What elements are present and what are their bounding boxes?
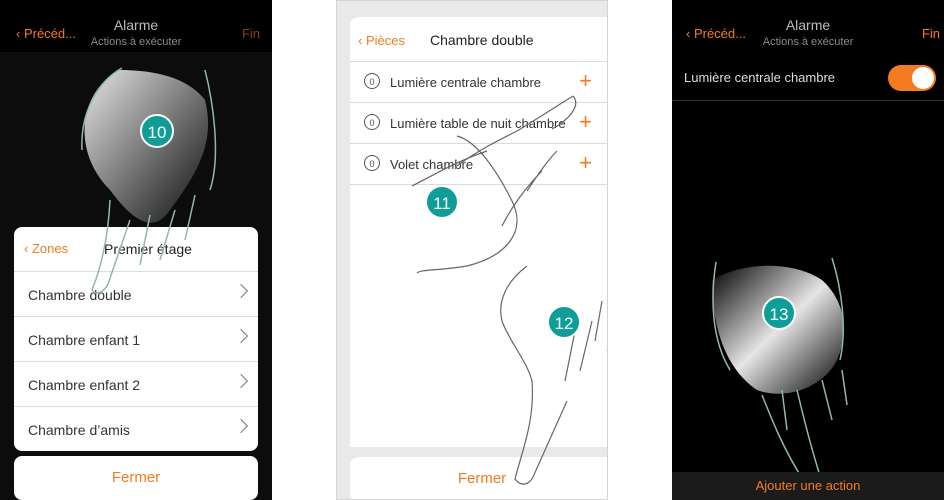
device-label: Lumière centrale chambre [390,75,542,90]
close-button[interactable]: Fermer [350,457,607,499]
top-bar: ‹ Précéd... Alarme Actions à exécuter Fi… [672,0,944,52]
room-item[interactable]: Chambre d’amis [14,407,258,451]
device-count-badge: 0 [364,114,380,130]
add-action-button[interactable]: Ajouter une action [672,472,944,500]
action-toggle[interactable] [888,65,936,91]
page-subtitle: Actions à exécuter [762,36,854,48]
device-item: 0 Lumière centrale chambre + [350,62,607,103]
device-count-badge: 0 [364,155,380,171]
action-label: Lumière centrale chambre [684,70,836,85]
step-badge: 10 [140,114,174,148]
zone-rooms-sheet: ‹ Zones Premier étage Chambre double Cha… [14,227,258,451]
zones-back-button[interactable]: ‹ Zones [24,241,68,256]
page-title: Alarme [113,17,159,33]
add-plus-icon[interactable]: + [579,70,592,92]
pieces-back-button[interactable]: ‹ Pièces [358,33,405,48]
add-plus-icon[interactable]: + [579,111,592,133]
panel-title: Chambre double [430,32,534,48]
room-label: Chambre enfant 2 [28,377,141,393]
room-item[interactable]: Chambre enfant 1 [14,317,258,362]
room-label: Chambre d’amis [28,422,130,438]
chevron-right-icon [233,283,249,299]
sheet-header: ‹ Zones Premier étage [14,227,258,272]
room-label: Chambre double [28,287,132,303]
device-item: 0 Volet chambre + [350,144,607,185]
device-label: Lumière table de nuit chambre [390,116,566,131]
close-button[interactable]: Fermer [14,456,258,500]
panel-header: ‹ Pièces Chambre double [350,17,607,62]
chevron-right-icon [233,328,249,344]
step-badge: 11 [425,185,459,219]
action-row: Lumière centrale chambre [672,56,944,101]
step-badge: 13 [762,296,796,330]
room-label: Chambre enfant 1 [28,332,141,348]
screen-actions: ‹ Précéd... Alarme Actions à exécuter Fi… [672,0,944,500]
page-subtitle: Actions à exécuter [90,36,182,48]
chevron-right-icon [233,373,249,389]
devices-panel: ‹ Pièces Chambre double 0 Lumière centra… [350,17,607,187]
device-label: Volet chambre [390,157,474,172]
device-count-badge: 0 [364,73,380,89]
add-plus-icon[interactable]: + [579,152,592,174]
sheet-title: Premier étage [104,241,192,257]
toggle-knob [912,67,934,89]
fin-button[interactable]: Fin [242,26,260,41]
fin-button[interactable]: Fin [922,26,940,41]
room-item[interactable]: Chambre double [14,272,258,317]
device-item: 0 Lumière table de nuit chambre + [350,103,607,144]
top-bar: ‹ Précéd... Alarme Actions à exécuter Fi… [0,0,272,52]
chevron-right-icon [233,418,249,434]
room-item[interactable]: Chambre enfant 2 [14,362,258,407]
page-title: Alarme [785,17,831,33]
screen-room-devices: ‹ Pièces Chambre double 0 Lumière centra… [336,0,608,500]
step-badge: 12 [547,305,581,339]
screen-zone-selection: ‹ Précéd... Alarme Actions à exécuter Fi… [0,0,272,500]
